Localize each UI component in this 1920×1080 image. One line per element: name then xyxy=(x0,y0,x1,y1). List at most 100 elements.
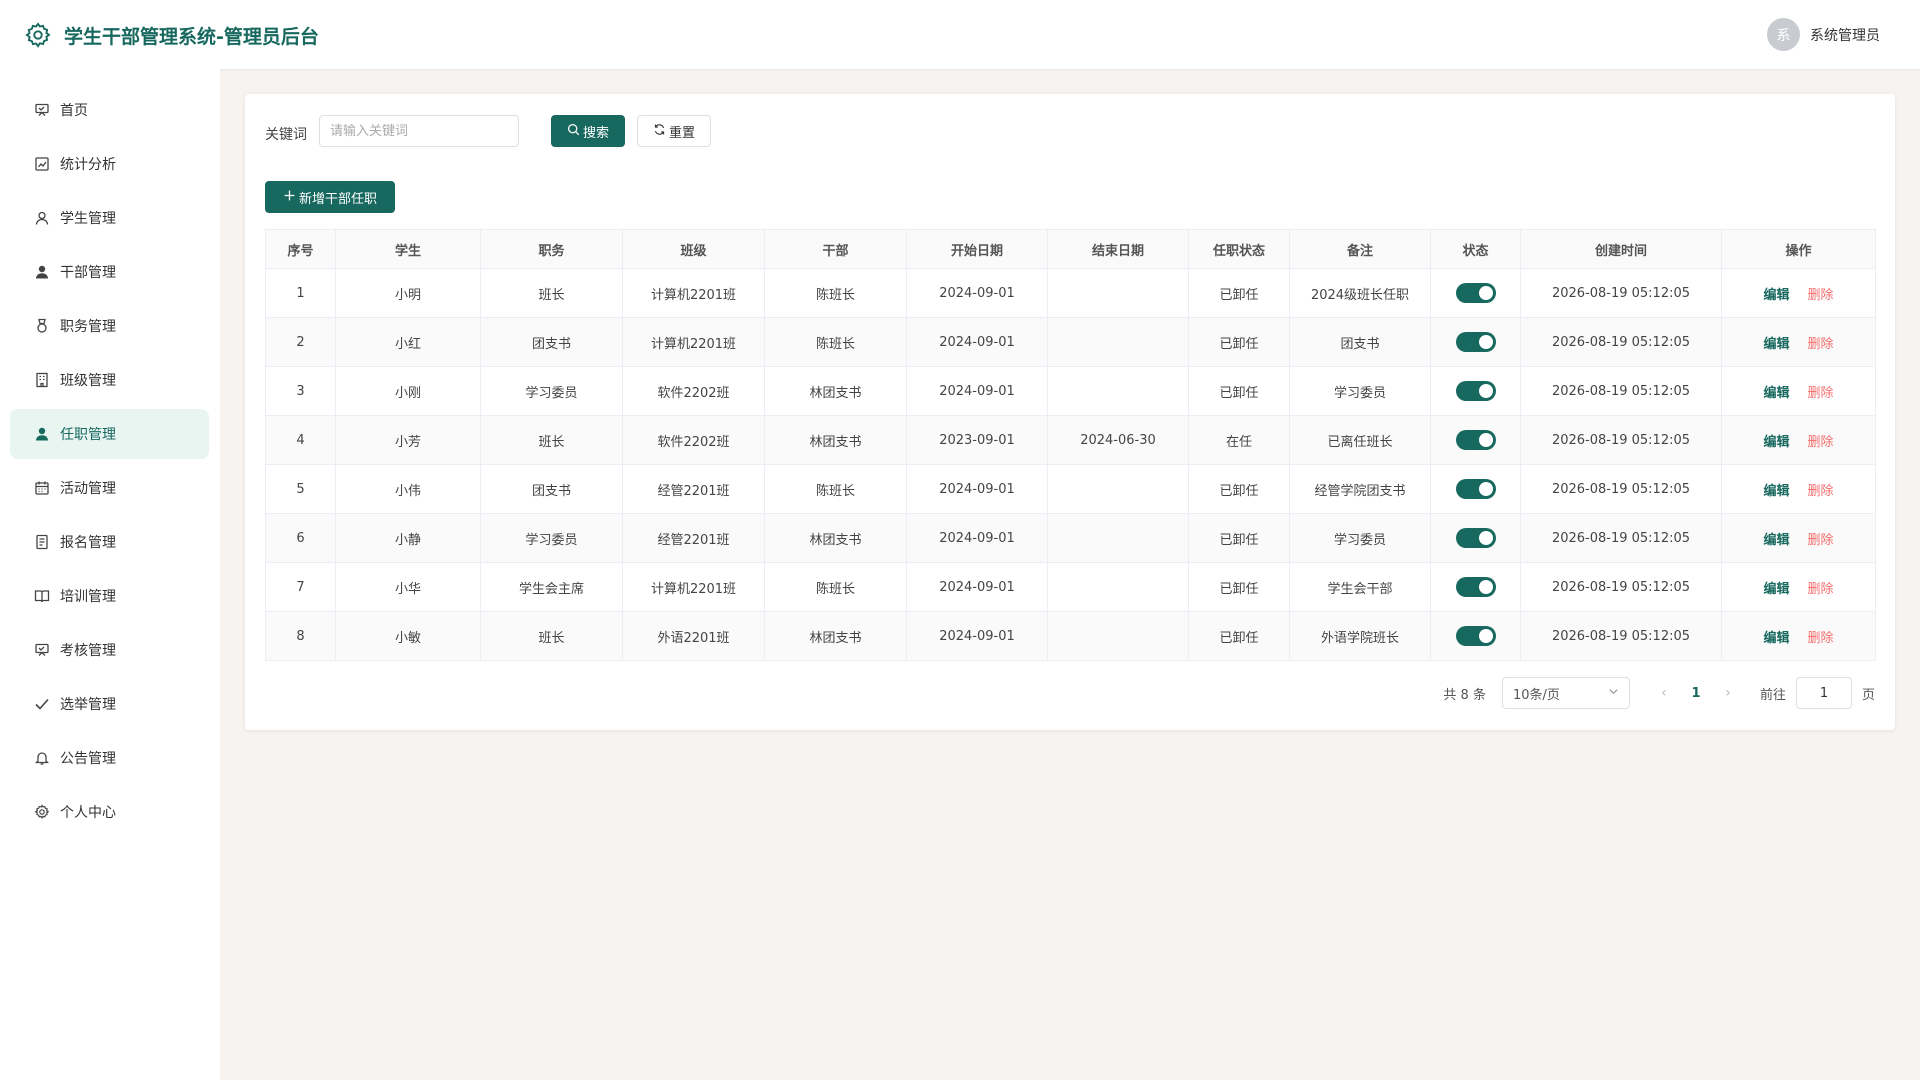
delete-link[interactable]: 删除 xyxy=(1808,386,1834,401)
cell-created: 2026-08-19 05:12:05 xyxy=(1520,366,1722,416)
edit-link[interactable]: 编辑 xyxy=(1763,582,1789,597)
status-toggle[interactable] xyxy=(1455,381,1496,401)
goto-page-input[interactable] xyxy=(1795,677,1852,709)
sidebar-item-8[interactable]: 报名管理 xyxy=(10,517,209,567)
sidebar-item-1[interactable]: 统计分析 xyxy=(10,139,209,189)
add-tenure-button[interactable]: 新增干部任职 xyxy=(265,181,395,213)
cell-actions: 编辑 删除 xyxy=(1721,464,1876,514)
page-size-select[interactable]: 10条/页 xyxy=(1501,677,1630,709)
column-header: 操作 xyxy=(1721,229,1876,269)
cell-class: 外语2201班 xyxy=(622,611,765,661)
cell-end xyxy=(1047,513,1189,563)
cell-no: 8 xyxy=(265,611,336,661)
add-button-label: 新增干部任职 xyxy=(298,191,377,207)
reset-button[interactable]: 重置 xyxy=(637,115,711,147)
keyword-input[interactable] xyxy=(319,115,519,147)
column-header: 职务 xyxy=(480,229,623,269)
chevron-down-icon xyxy=(1608,686,1619,701)
sidebar-item-0[interactable]: 首页 xyxy=(10,85,209,135)
sidebar: 首页统计分析学生管理 干部管理职务管理班级管理 任职管理 活动管理 报名管理培训管理考核… xyxy=(0,69,220,1080)
sidebar-item-3[interactable]: 干部管理 xyxy=(10,247,209,297)
cell-tenure: 在任 xyxy=(1188,415,1290,465)
sidebar-item-label: 个人中心 xyxy=(60,805,116,821)
page-number[interactable]: 1 xyxy=(1678,686,1714,701)
column-header: 开始日期 xyxy=(906,229,1048,269)
cell-actions: 编辑 删除 xyxy=(1721,611,1876,661)
table-row: 7 小华 学生会主席 计算机2201班 陈班长 2024-09-01 已卸任 学生会干部 202… xyxy=(265,562,1876,612)
table-row: 3 小刚 学习委员 软件2202班 林团支书 2024-09-01 已卸任 学习委员 2026-… xyxy=(265,366,1876,416)
cell-end xyxy=(1047,611,1189,661)
user-name[interactable]: 系统管理员 xyxy=(1810,25,1880,45)
table-row: 2 小红 团支书 计算机2201班 陈班长 2024-09-01 已卸任 团支书 2026-08… xyxy=(265,317,1876,367)
edit-link[interactable]: 编辑 xyxy=(1763,386,1789,401)
cell-tenure: 已卸任 xyxy=(1188,366,1290,416)
sidebar-item-5[interactable]: 班级管理 xyxy=(10,355,209,405)
cell-no: 1 xyxy=(265,268,336,318)
user-menu[interactable]: 系 系统管理员 xyxy=(1767,18,1880,51)
cell-no: 5 xyxy=(265,464,336,514)
delete-link[interactable]: 删除 xyxy=(1808,631,1834,646)
cell-end xyxy=(1047,268,1189,318)
sidebar-item-4[interactable]: 职务管理 xyxy=(10,301,209,351)
cell-start: 2024-09-01 xyxy=(906,611,1048,661)
edit-link[interactable]: 编辑 xyxy=(1763,435,1789,450)
delete-link[interactable]: 删除 xyxy=(1808,484,1834,499)
cell-remark: 经管学院团支书 xyxy=(1289,464,1431,514)
sidebar-item-10[interactable]: 考核管理 xyxy=(10,625,209,675)
avatar[interactable]: 系 xyxy=(1767,18,1800,51)
delete-link[interactable]: 删除 xyxy=(1808,533,1834,548)
delete-link[interactable]: 删除 xyxy=(1808,582,1834,597)
status-toggle[interactable] xyxy=(1455,528,1496,548)
sidebar-item-13[interactable]: 个人中心 xyxy=(10,787,209,837)
search-icon xyxy=(567,123,580,140)
status-toggle[interactable] xyxy=(1455,283,1496,303)
user-filled-icon xyxy=(34,426,50,442)
cell-end xyxy=(1047,464,1189,514)
cell-cadre: 林团支书 xyxy=(764,513,907,563)
table-header-row: 序号 学生 职务 班级 干部 开始日期 结束日期 任职状态 备注 状态 创建时间 操作 xyxy=(265,229,1876,269)
status-toggle[interactable] xyxy=(1455,626,1496,646)
sidebar-item-label: 选举管理 xyxy=(60,697,116,713)
next-page-icon[interactable]: › xyxy=(1714,685,1742,701)
sidebar-item-label: 培训管理 xyxy=(60,589,116,605)
cell-student: 小华 xyxy=(335,562,481,612)
cell-end xyxy=(1047,366,1189,416)
status-toggle[interactable] xyxy=(1455,430,1496,450)
main-card: 关键词 搜索 重置 新增干部任职 序号学生职务班级干部开始日期结束日期任职状态备… xyxy=(245,94,1895,730)
sidebar-item-12[interactable]: 公告管理 xyxy=(10,733,209,783)
cell-remark: 已离任班长 xyxy=(1289,415,1431,465)
prev-page-icon[interactable]: ‹ xyxy=(1650,685,1678,701)
search-button[interactable]: 搜索 xyxy=(551,115,625,147)
edit-link[interactable]: 编辑 xyxy=(1763,533,1789,548)
cell-status xyxy=(1430,513,1521,563)
cell-created: 2026-08-19 05:12:05 xyxy=(1520,268,1722,318)
cell-student: 小明 xyxy=(335,268,481,318)
status-toggle[interactable] xyxy=(1455,332,1496,352)
delete-link[interactable]: 删除 xyxy=(1808,435,1834,450)
cell-end xyxy=(1047,562,1189,612)
delete-link[interactable]: 删除 xyxy=(1808,288,1834,303)
cell-status xyxy=(1430,562,1521,612)
sidebar-item-11[interactable]: 选举管理 xyxy=(10,679,209,729)
status-toggle[interactable] xyxy=(1455,479,1496,499)
sidebar-item-2[interactable]: 学生管理 xyxy=(10,193,209,243)
gear-icon xyxy=(34,804,50,820)
sidebar-item-7[interactable]: 活动管理 xyxy=(10,463,209,513)
cell-end: 2024-06-30 xyxy=(1047,415,1189,465)
presentation-icon xyxy=(34,102,50,118)
sidebar-item-9[interactable]: 培训管理 xyxy=(10,571,209,621)
edit-link[interactable]: 编辑 xyxy=(1763,288,1789,303)
status-toggle[interactable] xyxy=(1455,577,1496,597)
edit-link[interactable]: 编辑 xyxy=(1763,337,1789,352)
sidebar-item-6[interactable]: 任职管理 xyxy=(10,409,209,459)
sidebar-item-label: 统计分析 xyxy=(60,157,116,173)
cell-status xyxy=(1430,464,1521,514)
edit-link[interactable]: 编辑 xyxy=(1763,631,1789,646)
cell-class: 软件2202班 xyxy=(622,366,765,416)
delete-link[interactable]: 删除 xyxy=(1808,337,1834,352)
document-icon xyxy=(34,534,50,550)
edit-link[interactable]: 编辑 xyxy=(1763,484,1789,499)
sidebar-item-label: 职务管理 xyxy=(60,319,116,335)
cell-status xyxy=(1430,611,1521,661)
cell-student: 小伟 xyxy=(335,464,481,514)
